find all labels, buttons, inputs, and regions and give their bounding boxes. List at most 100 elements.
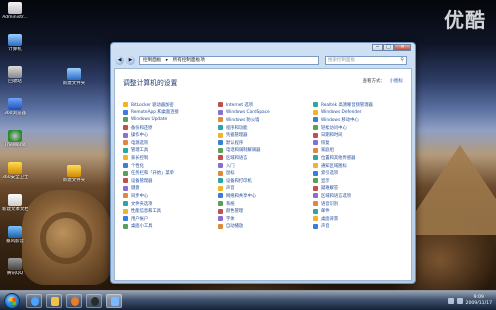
- control-panel-item[interactable]: BitLocker 驱动器加密: [123, 101, 218, 109]
- control-panel-item[interactable]: 凭据管理器: [218, 131, 313, 139]
- control-panel-item[interactable]: Windows Update: [123, 116, 218, 124]
- control-panel-item[interactable]: 键盘: [123, 185, 218, 193]
- desktop-icon-theworld[interactable]: TheWorld: [2, 130, 28, 156]
- control-panel-item[interactable]: 文件夹选项: [123, 200, 218, 208]
- control-panel-item-icon: [123, 193, 128, 199]
- back-button[interactable]: ◀: [115, 56, 124, 65]
- address-bar[interactable]: 控制面板 ▸ 所有控制面板项: [139, 56, 319, 65]
- control-panel-item[interactable]: 个性化: [123, 162, 218, 170]
- start-button[interactable]: [4, 293, 20, 309]
- control-panel-item[interactable]: 桌面背景: [313, 215, 408, 223]
- control-panel-item-icon: [218, 117, 223, 123]
- control-panel-item-label: 区域和语言选项: [321, 193, 352, 199]
- control-panel-item[interactable]: 桌面小工具: [123, 223, 218, 231]
- search-icon: ⚲: [400, 57, 404, 63]
- control-panel-item[interactable]: 区域和语言选项: [313, 192, 408, 200]
- control-panel-item-icon: [123, 147, 128, 153]
- control-panel-item-icon: [218, 208, 223, 214]
- control-panel-item[interactable]: 声音: [313, 223, 408, 231]
- desktop-icon-360[interactable]: 360安全卫士: [2, 162, 28, 188]
- control-panel-item-label: 自动播放: [226, 224, 244, 230]
- control-panel-item[interactable]: RemoteApp 和桌面连接: [123, 109, 218, 117]
- maximize-button[interactable]: □: [383, 44, 394, 51]
- control-panel-item[interactable]: 索引选项: [313, 169, 408, 177]
- close-button[interactable]: ✕: [394, 44, 411, 51]
- desktop-icon-recycle-bin[interactable]: 回收站: [2, 66, 28, 92]
- desktop-icon-folder-b[interactable]: 新建文件夹: [62, 165, 86, 191]
- control-panel-item[interactable]: 默认程序: [218, 139, 313, 147]
- control-panel-item[interactable]: 邮件: [313, 207, 408, 215]
- control-panel-item[interactable]: Realtek 高清晰音频管理器: [313, 101, 408, 109]
- control-panel-item[interactable]: 自动播放: [218, 223, 313, 231]
- desktop-icon-browser[interactable]: 360浏览器: [2, 98, 28, 124]
- control-panel-item[interactable]: 位置和其他传感器: [313, 154, 408, 162]
- control-panel-item[interactable]: 性能信息和工具: [123, 207, 218, 215]
- control-panel-item[interactable]: Internet 选项: [218, 101, 313, 109]
- control-panel-item[interactable]: 程序和功能: [218, 124, 313, 132]
- control-panel-item[interactable]: 家庭组: [313, 147, 408, 155]
- desktop-icon-computer[interactable]: 计算机: [2, 34, 28, 60]
- control-panel-item-label: 用户帐户: [131, 216, 149, 222]
- control-panel-item-label: Windows 移动中心: [321, 117, 359, 123]
- breadcrumb-all-items[interactable]: 所有控制面板项: [173, 58, 205, 63]
- desktop-icon-folder-a[interactable]: 新建文件夹: [62, 68, 86, 94]
- control-panel-item[interactable]: 设备管理器: [123, 177, 218, 185]
- control-panel-item[interactable]: Windows CardSpace: [218, 109, 313, 117]
- control-panel-item-icon: [313, 117, 318, 123]
- control-panel-item[interactable]: 区域和语言: [218, 154, 313, 162]
- control-panel-item[interactable]: 恢复: [313, 139, 408, 147]
- control-panel-item[interactable]: 同步中心: [123, 192, 218, 200]
- taskbar-app-media-player[interactable]: [66, 294, 82, 308]
- control-panel-item[interactable]: 设备和打印机: [218, 177, 313, 185]
- control-panel-item-icon: [313, 140, 318, 146]
- view-by-dropdown[interactable]: 小图标: [390, 79, 404, 84]
- control-panel-item-icon: [313, 223, 318, 229]
- control-panel-item[interactable]: 轻松访问中心: [313, 124, 408, 132]
- window-titlebar[interactable]: ─ □ ✕: [111, 43, 415, 53]
- control-panel-item[interactable]: 备份和还原: [123, 124, 218, 132]
- control-panel-item[interactable]: 管理工具: [123, 147, 218, 155]
- desktop-icon-qq[interactable]: 腾讯QQ: [2, 258, 28, 284]
- control-panel-item-icon: [218, 102, 223, 108]
- desktop-icon-user-folder[interactable]: Administr...: [2, 2, 28, 28]
- volume-icon[interactable]: [456, 298, 463, 304]
- control-panel-item[interactable]: 显示: [313, 177, 408, 185]
- control-panel-item[interactable]: 语音识别: [313, 200, 408, 208]
- minimize-button[interactable]: ─: [372, 44, 383, 51]
- control-panel-item[interactable]: 网络和共享中心: [218, 192, 313, 200]
- control-panel-item[interactable]: 系统: [218, 200, 313, 208]
- control-panel-item[interactable]: 通知区域图标: [313, 162, 408, 170]
- breadcrumb-control-panel[interactable]: 控制面板: [143, 58, 161, 63]
- desktop-icon-player[interactable]: 暴风影音: [2, 226, 28, 252]
- control-panel-item-icon: [123, 155, 128, 161]
- control-panel-item[interactable]: 家长控制: [123, 154, 218, 162]
- control-panel-item[interactable]: 疑难解答: [313, 185, 408, 193]
- control-panel-item-label: 操作中心: [131, 133, 149, 139]
- control-panel-item[interactable]: Windows Defender: [313, 109, 408, 117]
- control-panel-item[interactable]: 电源选项: [123, 139, 218, 147]
- network-icon[interactable]: [447, 298, 454, 304]
- control-panel-item[interactable]: 鼠标: [218, 169, 313, 177]
- taskbar-app-explorer[interactable]: [46, 294, 62, 308]
- control-panel-item[interactable]: 声音: [218, 185, 313, 193]
- control-panel-item-label: 文件夹选项: [131, 201, 153, 207]
- control-panel-item[interactable]: 电话和调制解调器: [218, 147, 313, 155]
- clock[interactable]: 9:09 2009/11/17: [466, 295, 492, 307]
- control-panel-item[interactable]: 颜色管理: [218, 207, 313, 215]
- control-panel-item[interactable]: Windows 防火墙: [218, 116, 313, 124]
- control-panel-item[interactable]: 日期和时间: [313, 131, 408, 139]
- taskbar-app-ie[interactable]: [26, 294, 42, 308]
- desktop-icon-text-file[interactable]: 新建文本文档: [2, 194, 28, 220]
- search-input[interactable]: 搜索控制面板 ⚲: [325, 56, 407, 65]
- taskbar-app-control-panel[interactable]: [106, 294, 122, 308]
- forward-button[interactable]: ▶: [126, 56, 135, 65]
- shield-icon: [8, 162, 22, 174]
- control-panel-item[interactable]: 字体: [218, 215, 313, 223]
- control-panel-item[interactable]: 操作中心: [123, 131, 218, 139]
- control-panel-item-icon: [218, 147, 223, 153]
- taskbar-app-qq[interactable]: [86, 294, 102, 308]
- control-panel-item[interactable]: 任务栏和「开始」菜单: [123, 169, 218, 177]
- control-panel-item[interactable]: 入门: [218, 162, 313, 170]
- control-panel-item[interactable]: Windows 移动中心: [313, 116, 408, 124]
- control-panel-item[interactable]: 用户帐户: [123, 215, 218, 223]
